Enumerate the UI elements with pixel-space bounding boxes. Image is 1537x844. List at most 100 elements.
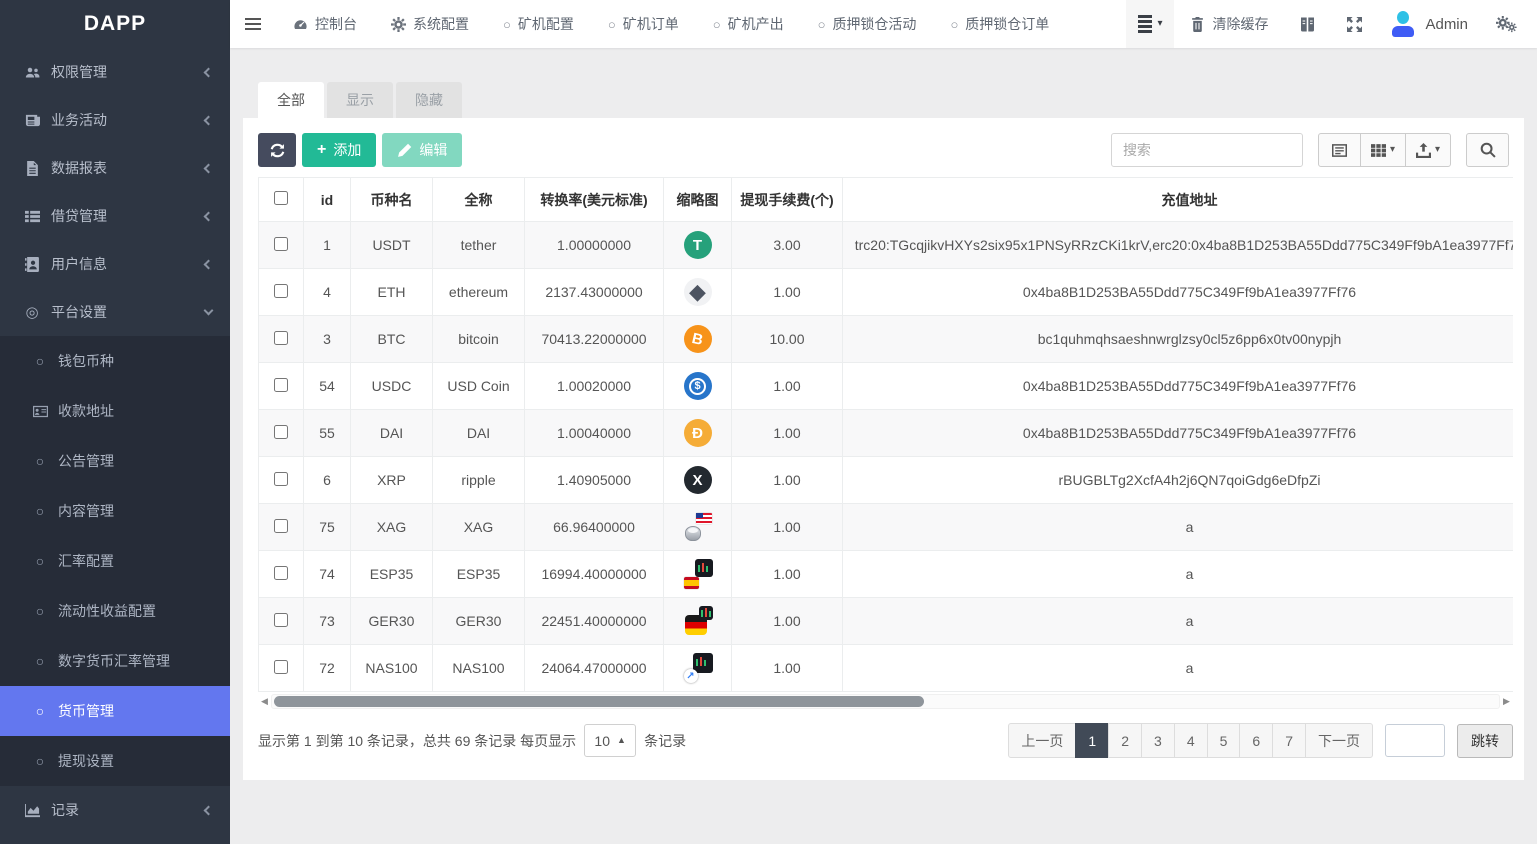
- settings-button[interactable]: [1480, 15, 1537, 33]
- table-row[interactable]: 1 USDT tether 1.00000000 T 3.00 trc20:TGcqjikv…: [258, 221, 1513, 269]
- table-row[interactable]: 72 NAS100 NAS100 24064.47000000 ↗ 1.00 a: [258, 644, 1513, 692]
- column-header: 缩略图: [663, 177, 732, 222]
- sidebar-subitem-content-management[interactable]: ○ 内容管理: [0, 486, 230, 536]
- topnav-staking-activities[interactable]: ○ 质押锁仓活动: [801, 0, 934, 48]
- table-row[interactable]: 75 XAG XAG 66.96400000 1.00 a: [258, 503, 1513, 551]
- sidebar-toggle-icon[interactable]: [230, 18, 276, 30]
- add-button[interactable]: + 添加: [302, 133, 377, 167]
- horizontal-scrollbar: ◀ ▶: [258, 693, 1513, 710]
- pagination-info-suffix: 条记录: [644, 732, 687, 749]
- jump-page-input[interactable]: [1385, 724, 1445, 757]
- sidebar-subitem-withdraw-settings[interactable]: ○ 提现设置: [0, 736, 230, 786]
- cell-fullname: XAG: [432, 503, 525, 551]
- dashboard-icon: [293, 17, 308, 32]
- page-button-1[interactable]: 1: [1075, 723, 1110, 758]
- page-button-3[interactable]: 3: [1141, 723, 1175, 758]
- scroll-right-arrow[interactable]: ▶: [1500, 697, 1513, 706]
- cell-rate: 22451.40000000: [524, 597, 664, 645]
- newspaper-icon: [20, 113, 44, 128]
- row-checkbox[interactable]: [274, 236, 288, 251]
- topnav-console[interactable]: 控制台: [276, 0, 374, 48]
- row-checkbox[interactable]: [274, 283, 288, 298]
- search-input[interactable]: [1110, 133, 1303, 167]
- edit-button[interactable]: 编辑: [382, 133, 463, 167]
- refresh-button[interactable]: [258, 133, 296, 167]
- topnav-miner-orders[interactable]: ○ 矿机订单: [591, 0, 696, 48]
- sidebar-item-user-info[interactable]: 用户信息: [0, 240, 230, 288]
- tab-all[interactable]: 全部: [258, 82, 324, 118]
- pagination: 显示第 1 到第 10 条记录，总共 69 条记录 每页显示 10 ▲ 条记录 …: [258, 723, 1513, 758]
- circle-icon: ○: [35, 603, 45, 619]
- table-row[interactable]: 55 DAI DAI 1.00040000 Ð 1.00 0x4ba8B1D253BA55D…: [258, 409, 1513, 457]
- sidebar-subitem-crypto-rate-management[interactable]: ○ 数字货币汇率管理: [0, 636, 230, 686]
- cell-symbol: XAG: [350, 503, 433, 551]
- page-size-dropdown[interactable]: 10 ▲: [584, 724, 637, 757]
- sidebar-subitem-currency-management[interactable]: ○ 货币管理: [0, 686, 230, 736]
- sidebar-item-permissions[interactable]: 权限管理: [0, 48, 230, 96]
- user-menu[interactable]: Admin: [1378, 11, 1480, 37]
- sidebar-subitem-receive-address[interactable]: 收款地址: [0, 386, 230, 436]
- detail-view-button[interactable]: [1317, 133, 1361, 167]
- sidebar-subitem-exchange-rate-config[interactable]: ○ 汇率配置: [0, 536, 230, 586]
- search-icon: [1480, 142, 1496, 158]
- btc-icon: B: [683, 325, 712, 353]
- row-checkbox[interactable]: [274, 424, 288, 439]
- tab-visible[interactable]: 显示: [327, 82, 393, 118]
- circle-icon: ○: [712, 16, 721, 32]
- sidebar-item-business-activity[interactable]: 业务活动: [0, 96, 230, 144]
- table-row[interactable]: 74 ESP35 ESP35 16994.40000000 1.00 a: [258, 550, 1513, 598]
- table-row[interactable]: 6 XRP ripple 1.40905000 X 1.00 rBUGBLTg2XcfA4h…: [258, 456, 1513, 504]
- scroll-left-arrow[interactable]: ◀: [258, 697, 271, 706]
- next-page-button[interactable]: 下一页: [1305, 723, 1373, 758]
- cell-symbol: USDT: [350, 221, 433, 269]
- table-header-row: id 币种名 全称 转换率(美元标准) 缩略图 提现手续费(个) 充值地址: [258, 177, 1513, 222]
- table-row[interactable]: 4 ETH ethereum 2137.43000000 ◆ 1.00 0x4ba8B1D2…: [258, 268, 1513, 316]
- fullscreen-button[interactable]: [1331, 16, 1378, 32]
- columns-icon: [1370, 143, 1386, 158]
- sidebar-item-lending[interactable]: 借贷管理: [0, 192, 230, 240]
- circle-icon: ○: [950, 16, 959, 32]
- clear-cache-button[interactable]: 清除缓存: [1174, 14, 1284, 34]
- table-row[interactable]: 3 BTC bitcoin 70413.22000000 B 10.00 bc1quhmqh…: [258, 315, 1513, 363]
- sidebar-item-platform-settings[interactable]: ◎ 平台设置: [0, 288, 230, 336]
- row-checkbox[interactable]: [274, 377, 288, 392]
- scrollbar-track[interactable]: [271, 694, 1500, 709]
- columns-button[interactable]: ▾: [1359, 133, 1406, 167]
- sidebar-item-data-reports[interactable]: 数据报表: [0, 144, 230, 192]
- page-button-4[interactable]: 4: [1173, 723, 1208, 758]
- page-button-5[interactable]: 5: [1206, 723, 1241, 758]
- search-button[interactable]: [1466, 133, 1509, 167]
- jump-button[interactable]: 跳转: [1457, 723, 1513, 758]
- prev-page-button[interactable]: 上一页: [1008, 723, 1077, 758]
- table-row[interactable]: 73 GER30 GER30 22451.40000000 1.00 a: [258, 597, 1513, 645]
- scrollbar-thumb[interactable]: [274, 696, 925, 707]
- language-button[interactable]: [1284, 17, 1331, 32]
- page-button-2[interactable]: 2: [1108, 723, 1143, 758]
- tab-hidden[interactable]: 隐藏: [396, 82, 462, 118]
- column-header: 提现手续费(个): [731, 177, 843, 222]
- topnav-miner-output[interactable]: ○ 矿机产出: [696, 0, 801, 48]
- export-button[interactable]: ▾: [1404, 133, 1451, 167]
- page-button-7[interactable]: 7: [1272, 723, 1306, 758]
- row-checkbox[interactable]: [274, 659, 288, 674]
- row-checkbox[interactable]: [274, 565, 288, 580]
- topnav-miner-config[interactable]: ○ 矿机配置: [486, 0, 591, 48]
- id-card-icon: [28, 404, 52, 419]
- table-row[interactable]: 54 USDC USD Coin 1.00020000 $1.00 0x4ba8B1D25…: [258, 362, 1513, 410]
- chevron-left-icon: [203, 805, 214, 815]
- row-checkbox[interactable]: [274, 330, 288, 345]
- sidebar-subitem-liquidity-income-config[interactable]: ○ 流动性收益配置: [0, 586, 230, 636]
- row-checkbox[interactable]: [274, 518, 288, 533]
- sidebar-subitem-wallet-coins[interactable]: ○ 钱包币种: [0, 336, 230, 386]
- tabs-menu-button[interactable]: ▾: [1126, 0, 1175, 48]
- sidebar-subitem-announcements[interactable]: ○ 公告管理: [0, 436, 230, 486]
- topnav-staking-orders[interactable]: ○ 质押锁仓订单: [933, 0, 1066, 48]
- row-checkbox[interactable]: [274, 471, 288, 486]
- gear-icon: [391, 16, 406, 32]
- topnav-system-config[interactable]: 系统配置: [374, 0, 486, 48]
- page-button-6[interactable]: 6: [1239, 723, 1274, 758]
- row-checkbox[interactable]: [274, 612, 288, 627]
- sidebar-item-records[interactable]: 记录: [0, 786, 230, 834]
- select-all-checkbox[interactable]: [274, 191, 288, 205]
- cell-fee: 1.00: [731, 409, 843, 457]
